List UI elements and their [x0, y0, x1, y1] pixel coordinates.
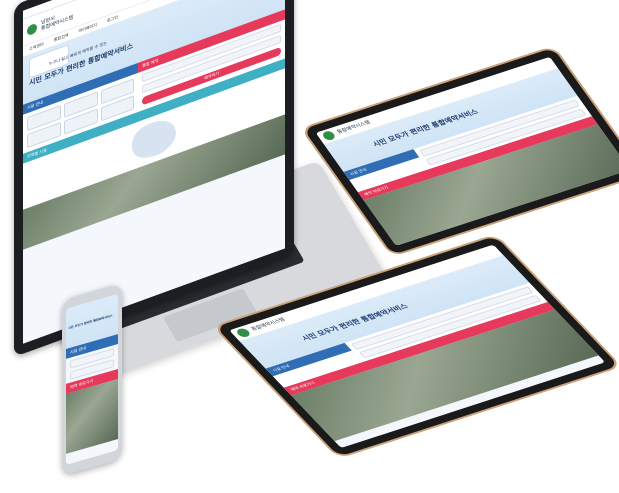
phone: 시민 모두가 편리한 통합예약서비스 시설 안내 예약 바로가기 [62, 282, 122, 476]
tablet-top-screen: 통합예약시스템 시민 모두가 편리한 통합예약서비스 시설 안내 예약 바로가기 [315, 56, 619, 246]
city-logo-icon [27, 22, 37, 37]
device-mockup-stage: 남원시 통합예약시스템 고객센터 통합검색 마이페이지 로그인 누구나 쉽고 빠… [0, 0, 619, 493]
phone-hero-title: 시민 모두가 편리한 통합예약서비스 [68, 313, 113, 331]
phone-screen: 시민 모두가 편리한 통합예약서비스 시설 안내 예약 바로가기 [66, 293, 118, 465]
